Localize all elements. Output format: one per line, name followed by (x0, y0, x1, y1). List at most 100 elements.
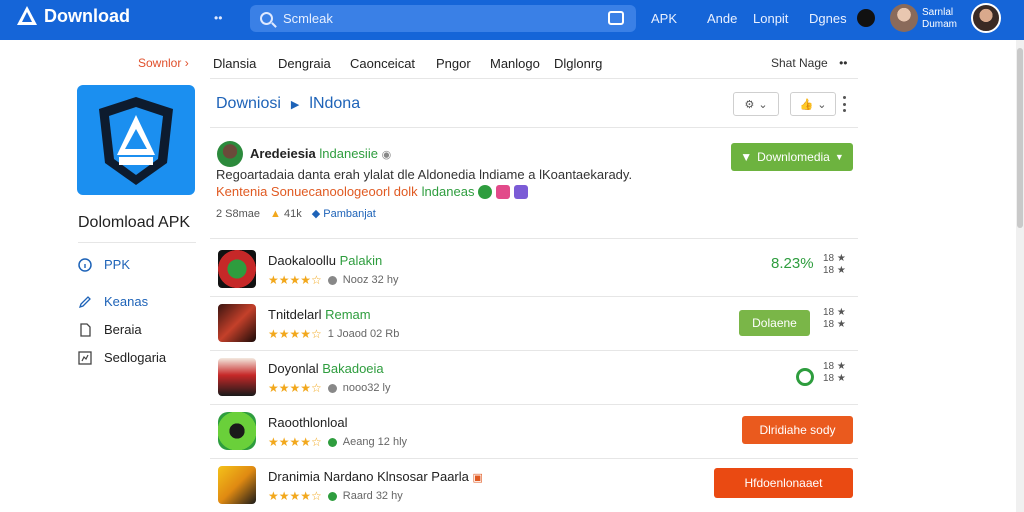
install-button-label: Dolaene (752, 316, 797, 330)
app-thumbnail (218, 466, 256, 504)
app-meta: ★★★★☆ 1 Joaod 02 Rb (268, 327, 399, 341)
app-meta-text: nooo32 ly (342, 382, 391, 394)
subnav-item-3[interactable]: Caonceicat (350, 56, 415, 71)
camera-icon[interactable] (608, 11, 624, 25)
chevron-down-icon: ▼ (834, 152, 844, 162)
top-links: APK Ande Lonpit Dgnes (651, 11, 855, 26)
logo-mark-icon (17, 6, 37, 25)
app-name-green: Remam (325, 307, 371, 322)
top-bar: Download •• Scmleak APK Ande Lonpit Dgne… (0, 0, 1024, 40)
page-subtitle: lNdona (309, 95, 361, 112)
sidebar-item-label: Beraia (104, 322, 142, 337)
shield-logo-icon (99, 97, 173, 185)
app-description-secondary: Kentenia Sonuecanoologeoorl dolk lndanea… (216, 184, 529, 199)
sidebar-item-sedlogaria[interactable]: Sedlogaria (78, 350, 166, 365)
scrollbar-thumb[interactable] (1017, 48, 1023, 228)
app-thumbnail (218, 304, 256, 342)
rating-stars: ★★★★☆ (268, 273, 322, 287)
refresh-icon[interactable] (796, 368, 814, 386)
like-button[interactable]: 👍 ⌄ (790, 92, 836, 116)
developer-name-text: Aredeiesia (250, 146, 316, 161)
avatar[interactable] (890, 4, 918, 32)
subnav-item-4[interactable]: Pngor (436, 56, 471, 71)
app-name: Doyonlal Bakadoeia (268, 361, 384, 376)
app-name-green: Bakadoeia (322, 361, 384, 376)
app-thumbnail (218, 358, 256, 396)
badge-icon (496, 184, 511, 199)
subnav-item-6[interactable]: Dlglonrg (554, 56, 602, 71)
chevron-down-icon: ⌄ (758, 98, 768, 111)
download-button-label: Dlridiahe sody (759, 423, 836, 437)
app-title: Dolomload APK (78, 214, 191, 231)
sidebar-item-label: PPK (104, 257, 131, 272)
download-count-text: 41k (283, 207, 302, 220)
install-button[interactable]: Dolaene (739, 310, 810, 336)
app-icon (77, 85, 195, 195)
download-button[interactable]: ▼ Downlomedia ▼ (731, 143, 853, 171)
download-button-label: Hfdoenlonaaet (744, 476, 823, 490)
search-placeholder: Scmleak (283, 11, 333, 26)
subnav-item-2[interactable]: Dengraia (278, 56, 331, 71)
app-stats: 2 S8mae ▲ 41k ◆ Pambanjat (216, 207, 376, 221)
category-link[interactable]: ◆ Pambanjat (312, 207, 376, 220)
divider (210, 238, 858, 239)
developer-avatar[interactable] (217, 141, 243, 167)
app-meta-text: Nooz 32 hy (342, 274, 399, 286)
more-options-icon[interactable] (841, 96, 847, 112)
list-item[interactable]: Daokaloollu Palakin ★★★★☆ Nooz 32 hy 8.23… (216, 242, 858, 296)
app-size: 2 S8mae (216, 207, 261, 220)
sort-dropdown[interactable]: Shat Nage •• (771, 56, 847, 70)
chart-icon (78, 350, 92, 365)
clock-icon (327, 275, 337, 285)
download-button[interactable]: Dlridiahe sody (742, 416, 853, 444)
desc-highlight: lndaneas (421, 184, 475, 199)
app-thumbnail (218, 412, 256, 450)
page-title-text: Downiosi (216, 95, 281, 112)
app-name-text: Daokaloollu (268, 253, 336, 268)
flag-icon: ▣ (472, 472, 483, 484)
top-link-lonpit[interactable]: Lonpit (753, 11, 809, 26)
subnav-item-5[interactable]: Manlogo (490, 56, 540, 71)
rating-stars: ★★★★☆ (268, 435, 322, 449)
chevron-down-icon: ⌄ (817, 98, 827, 111)
list-item[interactable]: Tnitdelarl Remam ★★★★☆ 1 Joaod 02 Rb Dola… (216, 296, 858, 350)
list-item[interactable]: Raoothlonloal ★★★★☆ Aeang 12 hly Dlridiah… (216, 404, 858, 458)
logo[interactable]: Download (16, 5, 130, 27)
profile-avatar[interactable] (971, 3, 1001, 33)
app-thumbnail (218, 250, 256, 288)
status-icon (327, 491, 337, 501)
logo-text: Download (44, 5, 130, 26)
category-link-text: Pambanjat (323, 208, 376, 220)
top-link-apk[interactable]: APK (651, 11, 707, 26)
developer-tag: lndanesiie (319, 146, 378, 161)
app-name: Daokaloollu Palakin (268, 253, 382, 268)
download-button[interactable]: Hfdoenlonaaet (714, 468, 853, 498)
app-meta: ★★★★☆ Nooz 32 hy (268, 273, 398, 287)
clock-icon (327, 383, 337, 393)
theme-toggle-icon[interactable] (857, 9, 875, 27)
side-meta: 18 ★ 18 ★ (823, 253, 846, 276)
chevron-down-icon[interactable]: •• (214, 11, 222, 25)
subnav-item-1[interactable]: Dlansia (213, 56, 256, 71)
app-meta: ★★★★☆ Raard 32 hy (268, 489, 403, 503)
scrollbar[interactable] (1016, 40, 1024, 512)
app-name-green: Palakin (339, 253, 383, 268)
developer-name[interactable]: Aredeiesia lndanesiie ◉ (250, 146, 391, 161)
sidebar-item-beraia[interactable]: Beraia (78, 322, 142, 337)
list-item[interactable]: Dranimia Nardano Klnsosar Paarla ▣ ★★★★☆… (216, 458, 858, 512)
rating-percent: 8.23% (771, 255, 814, 272)
sidebar-item-ppk[interactable]: PPK (78, 257, 130, 272)
search-input[interactable]: Scmleak (250, 5, 636, 32)
app-meta: ★★★★☆ nooo32 ly (268, 381, 391, 395)
info-icon (78, 257, 92, 272)
fire-icon: ▲ (270, 207, 281, 220)
top-link-dgnes[interactable]: Dgnes (809, 11, 855, 26)
top-link-ande[interactable]: Ande (707, 11, 753, 26)
breadcrumb[interactable]: Sownlor › (138, 56, 189, 70)
sidebar-item-keanas[interactable]: Keanas (78, 294, 148, 309)
status-icon (327, 437, 337, 447)
page-title: Downiosi ▶ lNdona (216, 95, 360, 113)
document-icon (80, 322, 91, 337)
share-button[interactable]: ⚙ ⌄ (733, 92, 779, 116)
list-item[interactable]: Doyonlal Bakadoeia ★★★★☆ nooo32 ly 18 ★ 1… (216, 350, 858, 404)
